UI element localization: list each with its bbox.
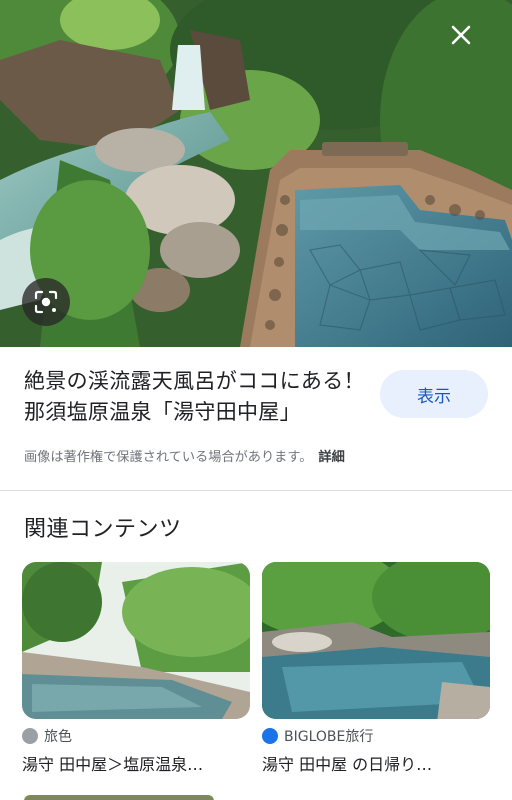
related-heading: 関連コンテンツ [24,517,182,542]
lens-button[interactable] [22,278,70,326]
related-card[interactable]: 旅色 湯守 田中屋＞塩原温泉… [22,562,250,775]
related-thumbnail[interactable] [22,562,250,719]
related-card-peek[interactable] [24,795,214,800]
related-image-2 [262,562,490,719]
related-title[interactable]: 湯守 田中屋 の日帰り… [262,751,490,775]
related-thumbnail[interactable] [262,562,490,719]
biglobe-logo-icon [262,728,278,744]
related-source-name: BIGLOBE旅行 [284,729,374,745]
lens-icon [34,290,58,314]
details-link[interactable]: 詳細 [318,450,344,465]
copyright-notice: 画像は著作権で保護されている場合があります。 詳細 [24,446,345,465]
hot-spring-photo [0,0,512,347]
view-button[interactable]: 表示 [380,370,488,418]
related-source-name: 旅色 [44,729,72,745]
result-title[interactable]: 絶景の渓流露天風呂がココにある！那須塩原温泉「湯守田中屋」 [24,366,369,428]
related-image-1 [22,562,250,719]
close-button[interactable] [446,20,476,50]
copyright-text: 画像は著作権で保護されている場合があります。 [24,450,313,465]
related-source: BIGLOBE旅行 [262,727,490,745]
related-title[interactable]: 湯守 田中屋＞塩原温泉… [22,751,250,775]
tabiiro-logo-icon [22,728,38,744]
related-source: 旅色 [22,727,250,745]
close-icon [451,25,471,45]
divider [0,490,512,491]
related-card[interactable]: BIGLOBE旅行 湯守 田中屋 の日帰り… [262,562,490,775]
result-info: 絶景の渓流露天風呂がココにある！那須塩原温泉「湯守田中屋」 [24,366,369,428]
hero-image[interactable] [0,0,512,347]
